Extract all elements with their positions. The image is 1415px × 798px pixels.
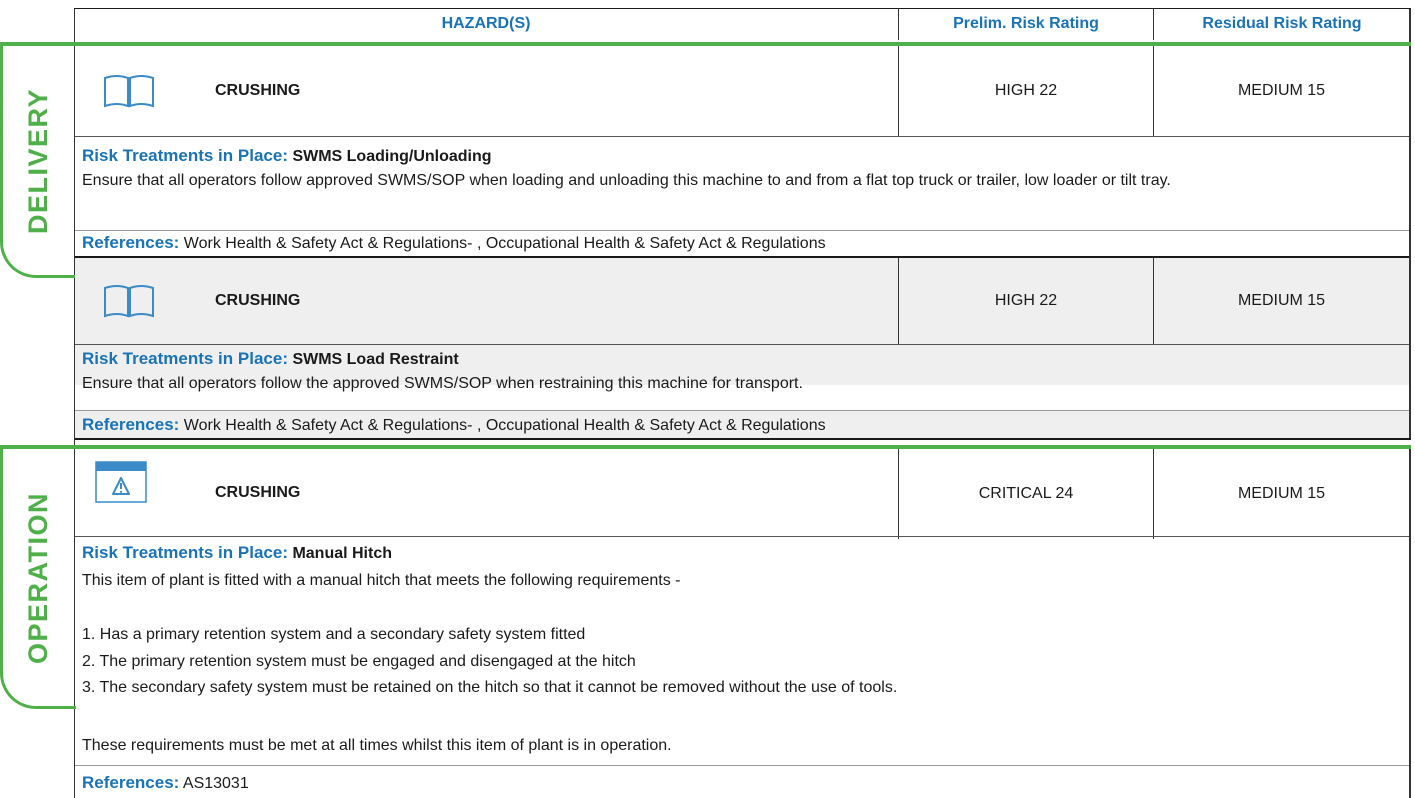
treatment-line: 1. Has a primary retention system and a … [82, 626, 586, 643]
table-outer-right-border-2 [1409, 449, 1411, 798]
references-label: References: [82, 415, 180, 434]
row-separator [75, 438, 1411, 440]
treatment-title: Manual Hitch [292, 545, 392, 562]
section-delivery-label-wrap: DELIVERY [0, 44, 76, 278]
row-separator [75, 536, 1409, 537]
treatment-line: 2. The primary retention system must be … [82, 653, 636, 670]
prelim-rating: CRITICAL 24 [978, 485, 1074, 502]
references-text: AS13031 [182, 775, 249, 792]
treatment-label: Risk Treatments in Place: [82, 543, 288, 562]
prelim-rating: HIGH 22 [994, 292, 1058, 309]
residual-rating: MEDIUM 15 [1237, 292, 1326, 309]
hazard-name: CRUSHING [215, 82, 301, 99]
entry-1-treatment: Risk Treatments in Place: SWMS Loading/U… [82, 144, 1402, 192]
entry-1-references: References: Work Health & Safety Act & R… [82, 232, 1402, 255]
hazard-name: CRUSHING [215, 484, 301, 501]
section-operation-label: OPERATION [22, 491, 53, 665]
treatment-line: 3. The secondary safety system must be r… [82, 679, 898, 696]
treatment-label: Risk Treatments in Place: [82, 146, 288, 165]
residual-rating: MEDIUM 15 [1237, 82, 1326, 99]
table-outer-right-border [1409, 8, 1411, 440]
section-delivery-label: DELIVERY [22, 87, 53, 235]
treatment-text: Ensure that all operators follow the app… [82, 375, 803, 392]
header-residual-rating: Residual Risk Rating [1202, 15, 1362, 32]
prelim-rating: HIGH 22 [994, 82, 1058, 99]
book-icon [103, 284, 155, 323]
treatment-title: SWMS Loading/Unloading [292, 148, 492, 165]
treatment-text: Ensure that all operators follow approve… [82, 172, 1171, 189]
row-separator [75, 136, 1409, 137]
row-separator [75, 765, 1409, 766]
entry-3-treatment: Risk Treatments in Place: Manual Hitch [82, 541, 1402, 566]
treatment-line: These requirements must be met at all ti… [82, 737, 672, 754]
references-text: Work Health & Safety Act & Regulations- … [183, 235, 826, 252]
references-label: References: [82, 233, 180, 252]
header-hazards: HAZARD(S) [441, 15, 531, 32]
references-label: References: [82, 773, 180, 792]
entry-2-treatment-content: Risk Treatments in Place: SWMS Load Rest… [82, 347, 1402, 395]
hazard-name: CRUSHING [215, 292, 301, 309]
book-icon [103, 74, 155, 113]
section-operation-label-wrap: OPERATION [0, 447, 76, 709]
entry-2-references: References: Work Health & Safety Act & R… [82, 414, 1402, 437]
treatment-label: Risk Treatments in Place: [82, 349, 288, 368]
references-text: Work Health & Safety Act & Regulations- … [183, 417, 826, 434]
treatment-title: SWMS Load Restraint [292, 351, 459, 368]
residual-rating: MEDIUM 15 [1237, 485, 1326, 502]
header-prelim-rating: Prelim. Risk Rating [953, 15, 1099, 32]
entry-3-references: References: AS13031 [82, 772, 1402, 795]
warning-window-icon [95, 461, 147, 508]
treatment-line: This item of plant is fitted with a manu… [82, 572, 681, 589]
row-separator [75, 230, 1409, 231]
